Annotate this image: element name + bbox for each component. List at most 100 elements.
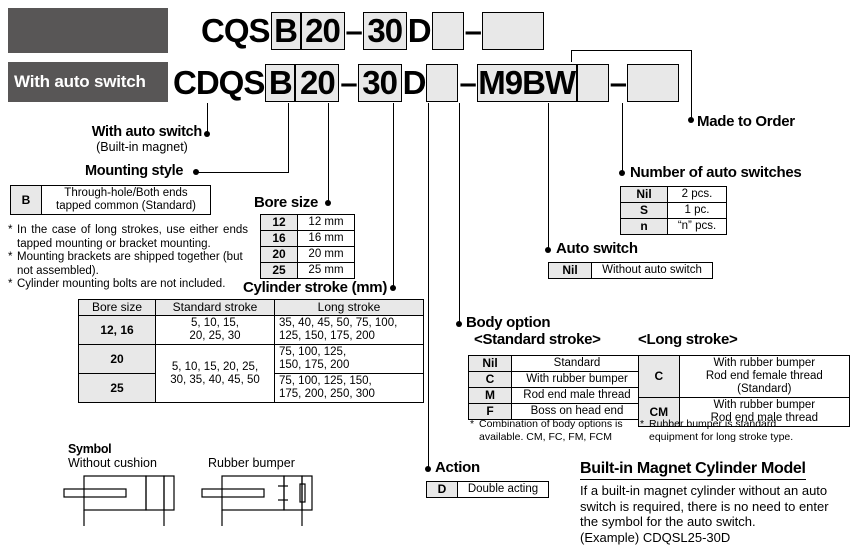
code-box-body-option-2[interactable] bbox=[426, 64, 459, 102]
number-switches-key-s: S bbox=[620, 202, 668, 219]
code-dash-1a: – bbox=[345, 13, 363, 48]
leader-body-option-v bbox=[459, 103, 461, 324]
table-row: 25 25 mm bbox=[260, 262, 355, 279]
symbol-section: Symbol bbox=[68, 442, 112, 456]
bore-size-value: 16 mm bbox=[297, 230, 355, 247]
table-row: 12, 16 5, 10, 15, 20, 25, 30 35, 40, 45,… bbox=[78, 315, 424, 345]
bullet-icon: * bbox=[8, 251, 13, 263]
table-row: 16 16 mm bbox=[260, 230, 355, 247]
note-text: Mounting brackets are shipped together (… bbox=[17, 251, 243, 277]
body-option-long-table: C With rubber bumper Rod end female thre… bbox=[638, 355, 850, 427]
table-row: D Double acting bbox=[426, 481, 549, 498]
body-option-long-note: * Rubber bumper is standard equipment fo… bbox=[640, 418, 825, 443]
code-dash-2b: – bbox=[459, 65, 476, 100]
bore-size-key: 25 bbox=[260, 262, 298, 279]
mounting-style-value: Through-hole/Both ends tapped common (St… bbox=[41, 185, 211, 215]
header-bar-row1 bbox=[8, 8, 168, 53]
table-row: C With rubber bumper Rod end female thre… bbox=[638, 355, 850, 398]
callout-auto-switch-title: Auto switch bbox=[556, 240, 638, 257]
body-option-long-key-c: C bbox=[638, 355, 680, 398]
number-switches-value-n: “n” pcs. bbox=[667, 218, 727, 235]
leader-number-switches-dot bbox=[619, 170, 625, 176]
body-option-value-m: Rod end male thread bbox=[511, 387, 643, 404]
body-option-key-m: M bbox=[468, 387, 512, 404]
body-option-key-nil: Nil bbox=[468, 355, 512, 372]
mounting-style-notes: * In the case of long strokes, use eithe… bbox=[8, 224, 248, 292]
number-switches-value-s: 1 pc. bbox=[667, 202, 727, 219]
table-row: B Through-hole/Both ends tapped common (… bbox=[10, 185, 211, 215]
col-header-standard-stroke: Standard stroke bbox=[155, 299, 275, 316]
code-box-bore-size-1[interactable]: 20 bbox=[300, 12, 345, 50]
auto-switch-value-nil: Without auto switch bbox=[591, 262, 713, 279]
callout-body-option-title: Body option bbox=[466, 314, 551, 331]
table-row: 12 12 mm bbox=[260, 214, 355, 231]
body-option-standard-table: Nil Standard C With rubber bumper M Rod … bbox=[468, 355, 643, 420]
callout-body-option-long-subtitle: <Long stroke> bbox=[638, 331, 738, 348]
leader-number-switches-v bbox=[622, 103, 624, 173]
leader-auto-switch-magnet-dot bbox=[204, 131, 210, 137]
action-value-d: Double acting bbox=[457, 481, 549, 498]
code-action-2: D bbox=[402, 64, 427, 101]
body-option-standard-note: * Combination of body options is availab… bbox=[470, 418, 630, 443]
leader-bore-size-v bbox=[328, 103, 330, 203]
code-box-mounting-style-2[interactable]: B bbox=[265, 64, 296, 102]
callout-made-to-order-title: Made to Order bbox=[697, 113, 795, 130]
callout-body-option-standard-subtitle: <Standard stroke> bbox=[474, 331, 601, 348]
number-of-auto-switches-table: Nil 2 pcs. S 1 pc. n “n” pcs. bbox=[620, 186, 727, 235]
code-box-mounting-style-1[interactable]: B bbox=[270, 12, 301, 50]
leader-mounting-style-h bbox=[196, 172, 289, 174]
callout-action-title: Action bbox=[435, 459, 480, 476]
model-prefix-cdqs: CDQS bbox=[173, 64, 265, 101]
model-prefix-cqs: CQS bbox=[201, 12, 271, 49]
bullet-icon: * bbox=[8, 224, 13, 236]
leader-made-to-order-dot bbox=[688, 117, 694, 123]
leader-action-dot bbox=[425, 466, 431, 472]
bore-size-key: 12 bbox=[260, 214, 298, 231]
stroke-long-12-16: 35, 40, 45, 50, 75, 100, 125, 150, 175, … bbox=[274, 315, 424, 345]
bore-size-value: 25 mm bbox=[297, 262, 355, 279]
table-row: n “n” pcs. bbox=[620, 218, 727, 235]
code-box-bore-size-2[interactable]: 20 bbox=[295, 64, 340, 102]
symbol-without-cushion-diagram bbox=[63, 475, 175, 526]
bore-size-table: 12 12 mm 16 16 mm 20 20 mm 25 25 mm bbox=[260, 214, 355, 279]
list-item: * In the case of long strokes, use eithe… bbox=[8, 224, 248, 251]
code-box-made-to-order-1[interactable] bbox=[481, 12, 544, 50]
code-box-made-to-order-2[interactable] bbox=[626, 64, 679, 102]
table-row: Bore size Standard stroke Long stroke bbox=[78, 299, 424, 316]
code-box-auto-switch-2[interactable]: M9BW bbox=[476, 64, 577, 102]
code-box-stroke-1[interactable]: 30 bbox=[362, 12, 407, 50]
callout-auto-switch-magnet-title: With auto switch bbox=[91, 124, 203, 140]
stroke-long-20: 75, 100, 125, 150, 175, 200 bbox=[274, 344, 424, 374]
callout-auto-switch-magnet: With auto switch (Built-in magnet) bbox=[82, 124, 203, 154]
table-row: M Rod end male thread bbox=[468, 387, 643, 404]
stroke-bore-25: 25 bbox=[78, 373, 156, 403]
bullet-icon: * bbox=[8, 278, 13, 290]
callout-auto-switch-magnet-subtitle: (Built-in magnet) bbox=[96, 140, 188, 154]
built-in-magnet-paragraph: If a built-in magnet cylinder without an… bbox=[580, 483, 829, 529]
leader-made-to-order-v1 bbox=[571, 51, 573, 62]
note-text: In the case of long strokes, use either … bbox=[17, 224, 248, 250]
stroke-bore-12-16: 12, 16 bbox=[78, 315, 156, 345]
leader-mounting-style-v bbox=[288, 103, 290, 173]
built-in-magnet-section: Built-in Magnet Cylinder Model If a buil… bbox=[580, 460, 842, 545]
code-box-stroke-2[interactable]: 30 bbox=[357, 64, 402, 102]
bore-size-key: 16 bbox=[260, 230, 298, 247]
built-in-magnet-title: Built-in Magnet Cylinder Model bbox=[580, 460, 806, 480]
table-row: S 1 pc. bbox=[620, 202, 727, 219]
action-key-d: D bbox=[426, 481, 458, 498]
bore-size-value: 12 mm bbox=[297, 214, 355, 231]
code-box-body-option-1[interactable] bbox=[431, 12, 464, 50]
note-text: Combination of body options is available… bbox=[479, 418, 623, 443]
code-box-number-switches-2[interactable] bbox=[576, 64, 609, 102]
leader-auto-switch-v bbox=[548, 103, 550, 250]
stroke-standard-20-25: 5, 10, 15, 20, 25, 30, 35, 40, 45, 50 bbox=[155, 344, 275, 403]
bullet-icon: * bbox=[470, 418, 475, 430]
header-bar-row2-label: With auto switch bbox=[14, 72, 146, 91]
leader-auto-switch-dot bbox=[545, 247, 551, 253]
table-row: Nil Standard bbox=[468, 355, 643, 372]
leader-action-v bbox=[428, 103, 430, 469]
bullet-icon: * bbox=[640, 418, 645, 430]
header-bar-row2: With auto switch bbox=[8, 62, 168, 102]
body-option-value-nil: Standard bbox=[511, 355, 643, 372]
callout-bore-size-title: Bore size bbox=[254, 194, 318, 211]
